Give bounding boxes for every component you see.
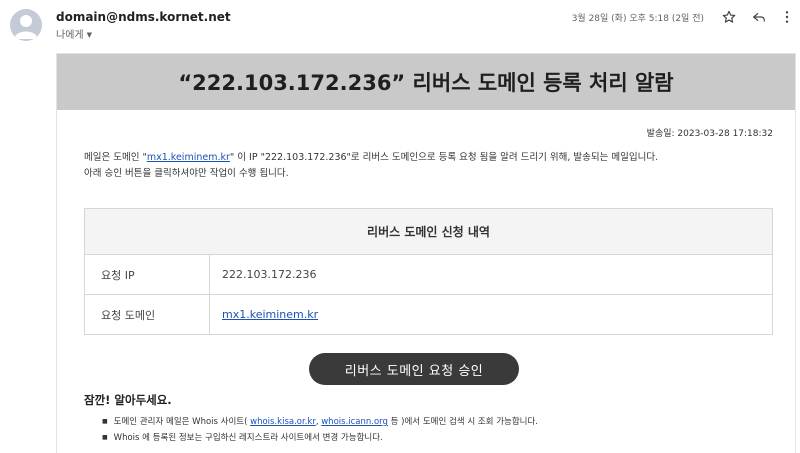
request-ip-label: 요청 IP	[84, 254, 210, 295]
email-body-card: “222.103.172.236” 리버스 도메인 등록 처리 알람 발송일: …	[56, 53, 796, 453]
notes-list: 도메인 관리자 메일은 Whois 사이트( whois.kisa.or.kr,…	[102, 414, 538, 446]
list-item: 도메인 관리자 메일은 Whois 사이트( whois.kisa.or.kr,…	[102, 414, 538, 430]
sender-address: domain@ndms.kornet.net	[56, 10, 231, 24]
whois-icann-link[interactable]: whois.icann.org	[321, 417, 388, 427]
request-ip-value: 222.103.172.236	[209, 254, 773, 295]
approve-request-button[interactable]: 리버스 도메인 요청 승인	[309, 353, 519, 385]
notice-title: 잠깐! 알아두세요.	[84, 393, 172, 407]
table-row: 요청 도메인 mx1.keiminem.kr	[84, 294, 773, 335]
email-date: 3월 28일 (화) 오후 5:18 (2일 전)	[571, 14, 704, 24]
request-table: 리버스 도메인 신청 내역 요청 IP 222.103.172.236 요청 도…	[84, 208, 773, 335]
request-table-header: 리버스 도메인 신청 내역	[84, 208, 773, 255]
sent-date: 발송일: 2023-03-28 17:18:32	[646, 129, 773, 139]
caret-down-icon: ▼	[86, 31, 92, 39]
intro-text: 메일은 도메인 "mx1.keiminem.kr" 이 IP "222.103.…	[84, 152, 659, 179]
request-domain-link[interactable]: mx1.keiminem.kr	[222, 308, 318, 321]
domain-link[interactable]: mx1.keiminem.kr	[147, 152, 230, 163]
reply-icon[interactable]	[748, 6, 770, 28]
person-avatar-icon[interactable]	[10, 9, 42, 41]
star-icon[interactable]	[718, 6, 740, 28]
email-header: domain@ndms.kornet.net 나에게 ▼ 3월 28일 (화) 오…	[0, 0, 800, 52]
recipient-label: 나에게	[56, 30, 84, 41]
intro-line2: 아래 승인 버튼을 클릭하셔야만 작업이 수행 됩니다.	[84, 168, 289, 179]
table-row: 요청 IP 222.103.172.236	[84, 254, 773, 295]
whois-kisa-link[interactable]: whois.kisa.or.kr	[250, 417, 316, 427]
request-domain-label: 요청 도메인	[84, 294, 210, 335]
email-title-banner: “222.103.172.236” 리버스 도메인 등록 처리 알람	[57, 54, 795, 110]
recipient-dropdown[interactable]: 나에게 ▼	[56, 26, 92, 41]
more-vert-icon[interactable]	[776, 6, 798, 28]
list-item: Whois 에 등록된 정보는 구입하신 레지스트라 사이트에서 변경 가능합니…	[102, 430, 538, 446]
